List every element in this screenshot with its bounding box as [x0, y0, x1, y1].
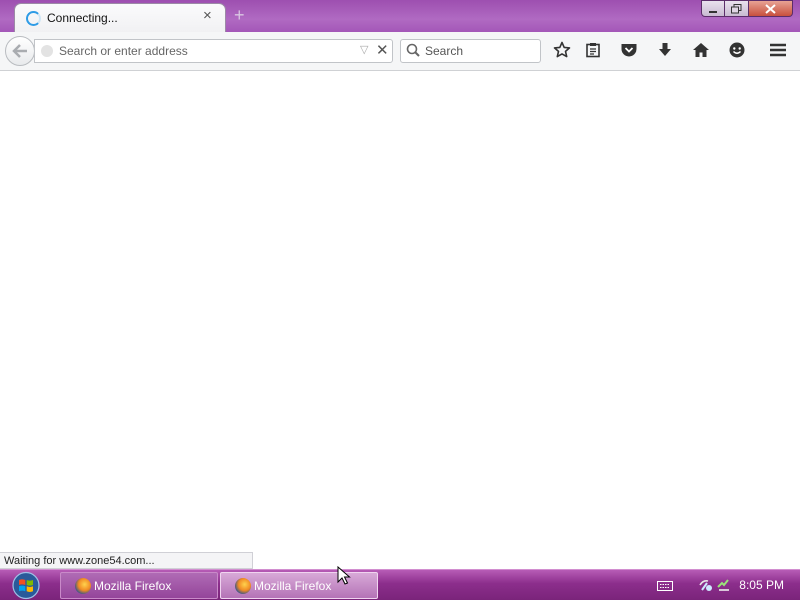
loading-spinner-icon: [26, 11, 41, 26]
taskbar-item-firefox-2[interactable]: Mozilla Firefox: [220, 572, 378, 599]
browser-tab[interactable]: Connecting... ×: [14, 3, 226, 32]
restore-icon: [731, 3, 742, 13]
page-content-area[interactable]: [0, 71, 800, 569]
restore-button[interactable]: [725, 0, 749, 17]
address-input[interactable]: [59, 43, 349, 59]
stop-button[interactable]: ✕: [376, 41, 389, 59]
back-arrow-icon: [12, 44, 27, 58]
keyboard-icon[interactable]: [657, 580, 673, 592]
status-panel: Waiting for www.zone54.com...: [0, 552, 253, 569]
downloads-button[interactable]: [656, 41, 674, 59]
menu-icon: [770, 43, 786, 57]
windows-logo-icon: [12, 571, 40, 600]
navigation-toolbar: ▽ ✕: [0, 32, 800, 71]
close-icon: [765, 3, 776, 14]
home-icon: [693, 43, 709, 57]
taskbar-item-label: Mozilla Firefox: [254, 579, 332, 593]
new-tab-button[interactable]: +: [234, 6, 245, 24]
reading-list-icon: [586, 43, 600, 58]
history-dropdown-icon[interactable]: ▽: [360, 43, 368, 56]
mouse-cursor-icon: [337, 566, 351, 585]
title-bar: Connecting... × +: [0, 0, 800, 32]
minimize-button[interactable]: [701, 0, 725, 17]
download-icon: [659, 43, 671, 56]
taskbar-clock[interactable]: 8:05 PM: [739, 578, 784, 592]
network-icon[interactable]: [698, 577, 714, 593]
tab-close-button[interactable]: ×: [203, 8, 212, 24]
address-bar[interactable]: ▽ ✕: [34, 39, 393, 63]
windows-taskbar: Mozilla Firefox Mozilla Firefox 8:05 PM: [0, 569, 800, 600]
volume-icon[interactable]: [716, 577, 732, 593]
back-button[interactable]: [5, 36, 35, 66]
search-icon: [406, 43, 420, 57]
taskbar-item-label: Mozilla Firefox: [94, 579, 172, 593]
close-window-button[interactable]: [749, 0, 793, 17]
site-identity-icon: [41, 45, 53, 57]
pocket-icon: [621, 44, 637, 57]
window-controls: [701, 0, 793, 17]
start-button[interactable]: [6, 570, 46, 601]
home-button[interactable]: [692, 41, 710, 59]
search-bar[interactable]: [400, 39, 541, 63]
chat-icon: [729, 42, 745, 58]
search-input[interactable]: [425, 43, 533, 59]
open-menu-button[interactable]: [769, 41, 787, 59]
taskbar-item-firefox-1[interactable]: Mozilla Firefox: [60, 572, 218, 599]
star-icon: [553, 41, 571, 58]
bookmark-star-button[interactable]: [553, 41, 571, 59]
tab-title: Connecting...: [47, 11, 118, 25]
minimize-icon: [709, 10, 717, 13]
hello-chat-button[interactable]: [728, 41, 746, 59]
firefox-icon: [235, 578, 251, 594]
pocket-button[interactable]: [620, 41, 638, 59]
firefox-icon: [75, 578, 91, 594]
reading-list-button[interactable]: [584, 41, 602, 59]
